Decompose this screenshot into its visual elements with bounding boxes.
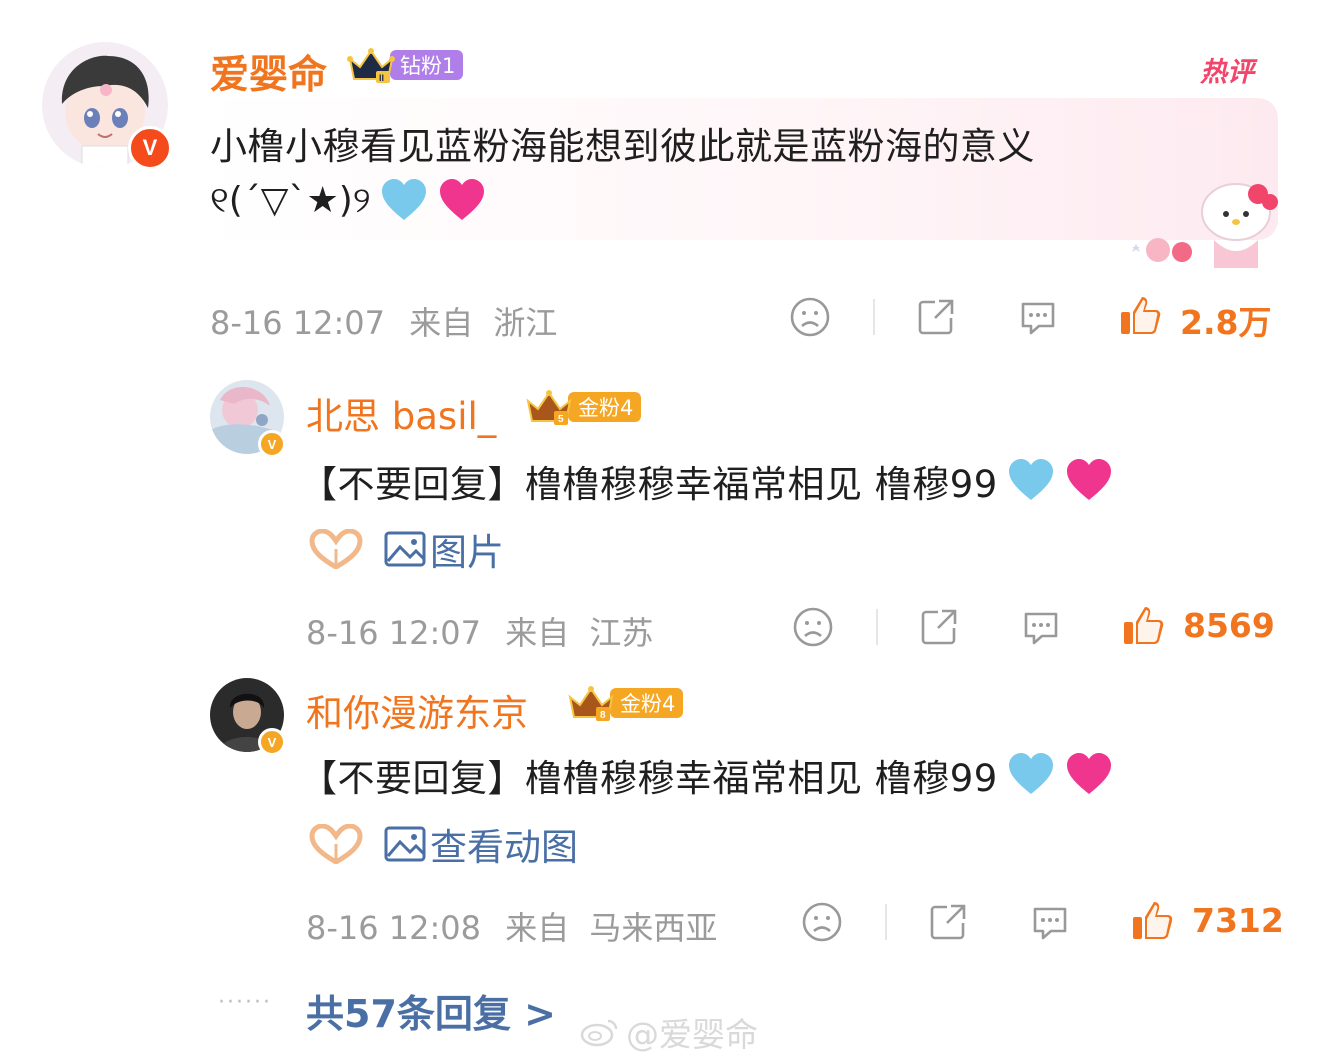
username[interactable]: 和你漫游东京 bbox=[306, 683, 528, 737]
kaomoji: ୧(´▽`★)୨ bbox=[210, 180, 371, 221]
reply-text-content: 【不要回复】橹橹穆穆幸福常相见 橹穆99 bbox=[300, 463, 998, 506]
like-count: 8569 bbox=[1183, 606, 1275, 645]
comment-time: 8-16 12:07 bbox=[210, 304, 386, 342]
pink-heart-icon bbox=[439, 179, 484, 220]
like-button[interactable] bbox=[1119, 603, 1167, 649]
share-icon bbox=[921, 609, 957, 645]
username[interactable]: 爱婴命 bbox=[210, 44, 327, 100]
comment-button[interactable] bbox=[1028, 900, 1072, 944]
share-icon bbox=[930, 904, 966, 940]
attachment-label[interactable]: 查看动图 bbox=[430, 817, 578, 871]
sad-face-icon bbox=[793, 607, 833, 647]
thumbs-up-icon bbox=[1121, 297, 1161, 334]
reply-meta: 8-16 12:07 来自 江苏 bbox=[306, 608, 653, 654]
light-blue-heart-icon bbox=[1008, 459, 1053, 500]
comment-button[interactable] bbox=[1019, 605, 1063, 649]
crown-icon: II bbox=[346, 45, 396, 85]
reply-time: 8-16 12:07 bbox=[306, 614, 482, 652]
reply-text: 【不要回复】橹橹穆穆幸福常相见 橹穆99 bbox=[300, 748, 1114, 802]
like-button[interactable] bbox=[1128, 898, 1176, 944]
hot-comment-label: 热评 bbox=[1200, 57, 1254, 88]
thumbs-up-icon bbox=[1133, 902, 1173, 939]
comment-button[interactable] bbox=[1016, 295, 1060, 339]
like-button[interactable] bbox=[1116, 293, 1164, 339]
like-count: 7312 bbox=[1192, 901, 1284, 940]
attachment-label[interactable]: 图片 bbox=[430, 522, 504, 576]
hello-kitty-decoration bbox=[1132, 183, 1278, 268]
reply-text-content: 【不要回复】橹橹穆穆幸福常相见 橹穆99 bbox=[300, 757, 998, 800]
comment-icon bbox=[1021, 302, 1055, 335]
light-blue-heart-icon bbox=[1008, 753, 1053, 794]
thumbs-up-icon bbox=[1124, 607, 1164, 644]
heart-hands-icon bbox=[309, 824, 363, 864]
from-label: 来自 bbox=[505, 614, 570, 652]
dislike-button[interactable] bbox=[791, 605, 835, 649]
share-button[interactable] bbox=[917, 605, 961, 649]
share-icon bbox=[918, 299, 954, 335]
image-icon bbox=[384, 531, 426, 567]
svg-text:5: 5 bbox=[558, 414, 564, 425]
watermark-text: @爱婴命 bbox=[626, 1015, 758, 1054]
comment-text-line2: ୧(´▽`★)୨ bbox=[210, 176, 487, 226]
gif-attachment-link[interactable]: 查看动图 bbox=[308, 817, 578, 871]
weibo-logo-icon bbox=[580, 1019, 618, 1047]
comment-location: 浙江 bbox=[493, 304, 558, 342]
svg-text:II: II bbox=[379, 73, 384, 83]
fan-level-pill: 钻粉1 bbox=[390, 50, 464, 80]
comment-text-line1: 小橹小穆看见蓝粉海能想到彼此就是蓝粉海的意义 bbox=[210, 125, 1035, 168]
more-replies-link[interactable]: 共57条回复 > bbox=[306, 983, 556, 1038]
verified-badge: V bbox=[258, 430, 286, 458]
fan-badge[interactable]: 5 金粉4 bbox=[524, 387, 642, 427]
image-attachment-link[interactable]: 图片 bbox=[308, 522, 504, 576]
fan-level-pill: 金粉4 bbox=[568, 392, 642, 422]
verified-badge: V bbox=[258, 728, 286, 756]
from-label: 来自 bbox=[505, 909, 570, 947]
username[interactable]: 北思 basil_ bbox=[306, 386, 496, 440]
fan-badge[interactable]: II 钻粉1 bbox=[346, 45, 464, 85]
pink-heart-icon bbox=[1066, 753, 1111, 794]
share-button[interactable] bbox=[914, 295, 958, 339]
heart-hands-icon bbox=[309, 529, 363, 569]
light-blue-heart-icon bbox=[381, 179, 426, 220]
fan-level-pill: 金粉4 bbox=[610, 688, 684, 718]
dislike-button[interactable] bbox=[788, 295, 832, 339]
watermark: @爱婴命 bbox=[580, 1008, 758, 1056]
pink-heart-icon bbox=[1066, 459, 1111, 500]
crown-icon: 5 bbox=[524, 387, 574, 427]
reply-meta: 8-16 12:08 来自 马来西亚 bbox=[306, 903, 717, 949]
comment-icon bbox=[1024, 612, 1058, 645]
from-label: 来自 bbox=[409, 304, 474, 342]
fan-badge[interactable]: 8 金粉4 bbox=[566, 683, 684, 723]
ellipsis-dots: ······ bbox=[218, 990, 272, 1015]
divider bbox=[885, 904, 887, 940]
reply-location: 江苏 bbox=[589, 614, 654, 652]
dislike-button[interactable] bbox=[800, 900, 844, 944]
verified-badge: V bbox=[128, 126, 172, 170]
reply-time: 8-16 12:08 bbox=[306, 909, 482, 947]
divider bbox=[876, 609, 878, 645]
sad-face-icon bbox=[802, 902, 842, 942]
comment-meta: 8-16 12:07 来自 浙江 bbox=[210, 298, 557, 344]
divider bbox=[873, 299, 875, 335]
reply-text: 【不要回复】橹橹穆穆幸福常相见 橹穆99 bbox=[300, 454, 1114, 508]
share-button[interactable] bbox=[926, 900, 970, 944]
image-icon bbox=[384, 826, 426, 862]
reply-location: 马来西亚 bbox=[589, 909, 718, 947]
comment-icon bbox=[1033, 907, 1067, 940]
svg-text:8: 8 bbox=[600, 710, 606, 721]
sad-face-icon bbox=[790, 297, 830, 337]
like-count: 2.8万 bbox=[1180, 303, 1272, 342]
crown-icon: 8 bbox=[566, 683, 616, 723]
